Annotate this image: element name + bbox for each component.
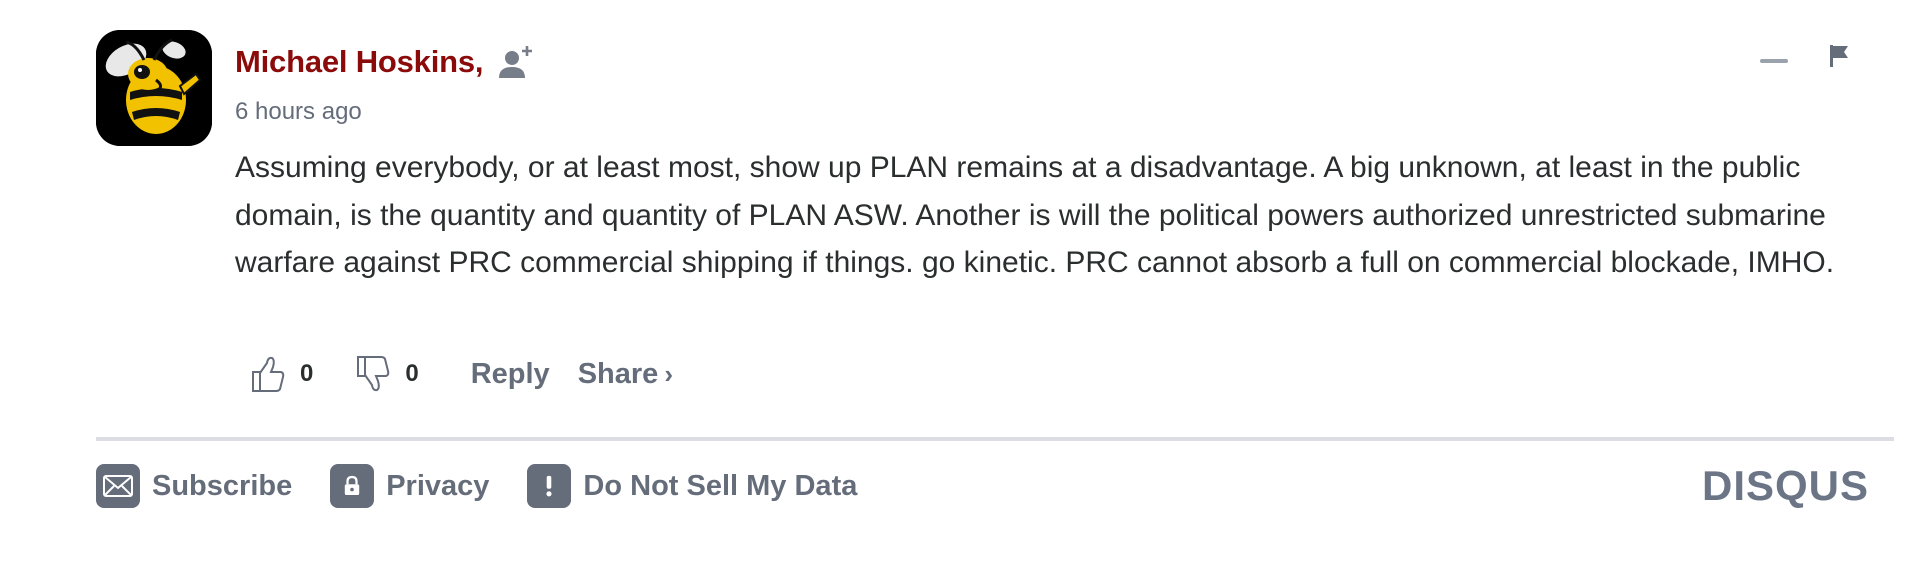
- subscribe-link[interactable]: Subscribe: [96, 464, 292, 508]
- comment-header: Michael Hoskins,: [235, 40, 1895, 84]
- envelope-icon: [96, 464, 140, 508]
- privacy-label: Privacy: [386, 469, 490, 502]
- collapse-button[interactable]: [1760, 59, 1788, 63]
- chevron-right-icon: ›: [664, 358, 673, 389]
- user-avatar[interactable]: [96, 30, 212, 146]
- lock-icon: [330, 464, 375, 508]
- thumbs-up-icon: [252, 356, 285, 392]
- comment-timestamp[interactable]: 6 hours ago: [235, 98, 1895, 126]
- flag-button[interactable]: [1828, 43, 1852, 69]
- footer-divider: [96, 437, 1894, 441]
- do-not-sell-link[interactable]: Do Not Sell My Data: [527, 464, 857, 508]
- downvote-button[interactable]: 0: [355, 355, 419, 393]
- yellow-jacket-mascot-icon: [96, 30, 212, 146]
- do-not-sell-label: Do Not Sell My Data: [583, 469, 858, 502]
- flag-icon: [1830, 45, 1848, 67]
- upvote-button[interactable]: 0: [250, 355, 313, 393]
- author-name[interactable]: Michael Hoskins,: [235, 44, 484, 80]
- upvote-count: 0: [300, 360, 314, 387]
- subscribe-label: Subscribe: [152, 469, 293, 502]
- share-button[interactable]: Share ›: [578, 358, 673, 391]
- comment-content: Michael Hoskins, 6 hours ago Assuming ev…: [235, 40, 1895, 287]
- privacy-link[interactable]: Privacy: [330, 464, 489, 508]
- comment-actions: 0 0 Reply Share ›: [250, 352, 673, 396]
- share-label: Share: [577, 357, 659, 390]
- disqus-logo[interactable]: DISQUS: [1702, 462, 1869, 510]
- exclamation-icon: [527, 464, 572, 508]
- add-user-icon[interactable]: [497, 42, 537, 82]
- comment-body: Assuming everybody, or at least most, sh…: [235, 151, 1835, 279]
- disqus-comment-thread: Michael Hoskins, 6 hours ago Assuming ev…: [0, 0, 1930, 582]
- disqus-footer: Subscribe Privacy Do Not Sell My Data: [96, 464, 895, 508]
- downvote-count: 0: [405, 360, 419, 387]
- thumbs-down-icon: [357, 356, 390, 392]
- reply-button[interactable]: Reply: [471, 358, 550, 391]
